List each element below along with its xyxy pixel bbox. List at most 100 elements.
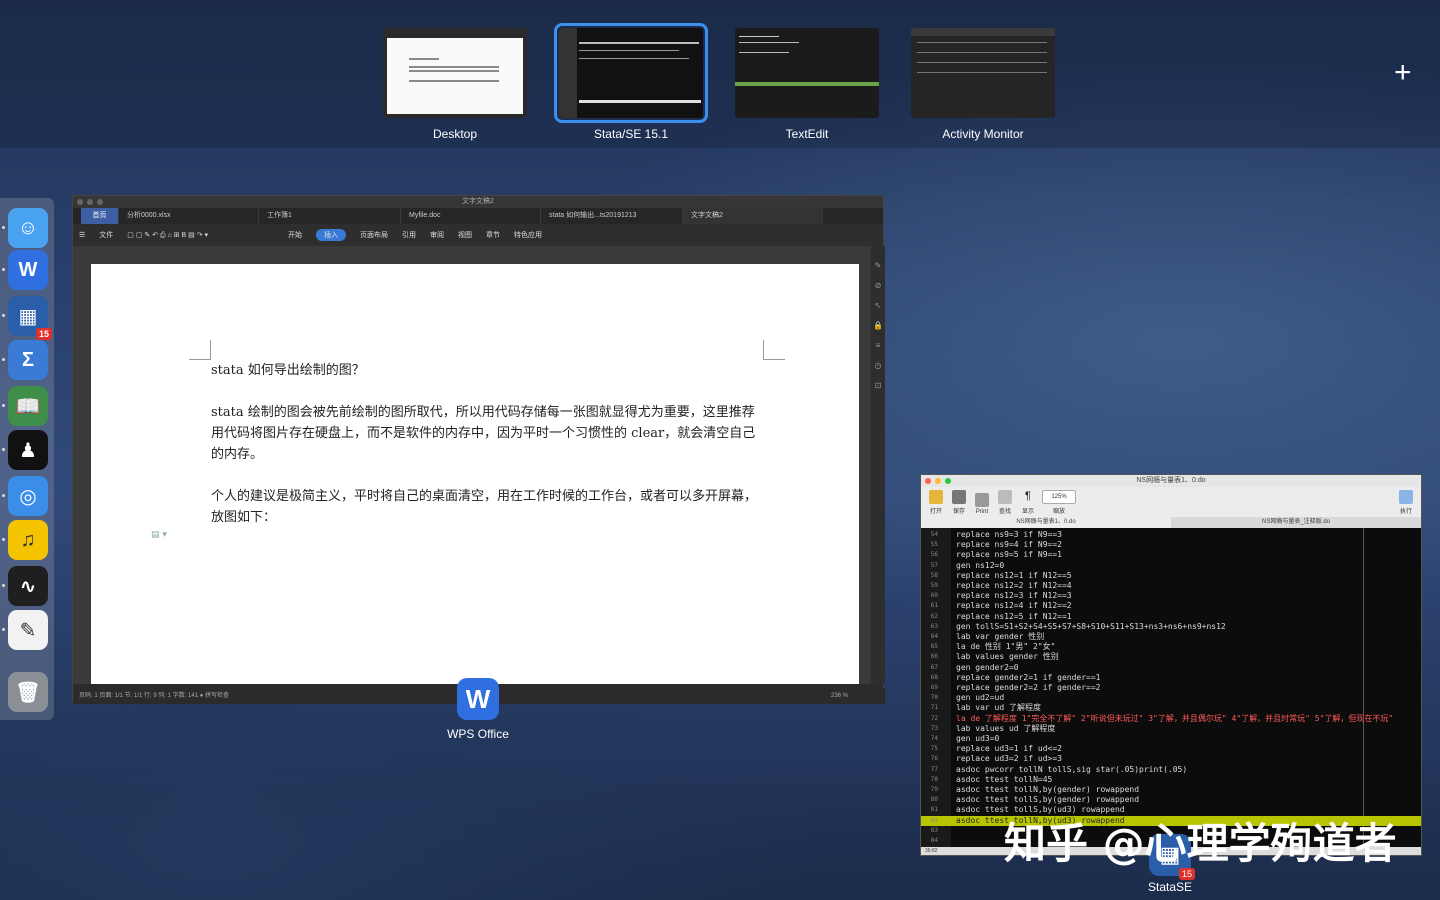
window-titlebar: 文字文稿2 xyxy=(73,196,883,208)
code-line: 77 asdoc pwcorr tollN tollS,sig star(.05)… xyxy=(930,764,1188,774)
running-indicator xyxy=(2,268,5,271)
code-line: 61 replace ns12=4 if N12==2 xyxy=(930,601,1072,611)
menu-view[interactable]: 视图 xyxy=(458,230,472,240)
sigma-icon[interactable]: Σ xyxy=(8,340,48,380)
running-indicator xyxy=(2,226,5,229)
execute-button[interactable]: 执行 xyxy=(1395,490,1417,515)
code-line: 79 asdoc ttest tollN,by(gender) rowappend xyxy=(930,785,1140,794)
menu-layout[interactable]: 页面布局 xyxy=(360,230,388,240)
hamburger-icon[interactable]: ☰ xyxy=(79,231,85,239)
running-indicator xyxy=(2,628,5,631)
space-thumbnail xyxy=(554,23,708,123)
wps-icon[interactable]: W xyxy=(8,250,48,290)
stata-caption: StataSE xyxy=(1147,880,1193,894)
tab-current-doc[interactable]: 文字文稿2 xyxy=(683,208,823,224)
tab-workbook[interactable]: 工作簿1 xyxy=(259,208,401,224)
page-margin-marker xyxy=(189,340,211,360)
close-button[interactable] xyxy=(925,478,931,484)
print-button[interactable]: Print xyxy=(971,493,993,515)
document-tabs: 首页 分析0000.xlsx 工作簿1 Myfile.doc stata 如何输… xyxy=(73,208,883,224)
paste-options-icon[interactable]: ▤ ▾ xyxy=(151,530,167,540)
tab-do-file[interactable]: NS网瘾与量表1、0.do xyxy=(921,517,1171,528)
code-line: 63 gen tollS=S1+S2+S4+S5+S7+S8+S10+S11+S1… xyxy=(930,621,1226,631)
find-button[interactable]: 查找 xyxy=(994,490,1016,515)
menu-file[interactable]: 文件 xyxy=(99,230,113,240)
tab-xlsx[interactable]: 分析0000.xlsx xyxy=(119,208,259,224)
tab-annotated-do-file[interactable]: NS网瘾与量表_注释版.do xyxy=(1171,517,1421,528)
document-paragraph: 个人的建议是极简主义，平时将自己的桌面清空，用在工作时候的工作台，或者可以多开屏… xyxy=(211,489,758,525)
menu-section[interactable]: 章节 xyxy=(486,230,500,240)
minimize-button[interactable] xyxy=(935,478,941,484)
space-stata[interactable]: Stata/SE 15.1 xyxy=(554,23,708,141)
running-indicator xyxy=(2,584,5,587)
running-indicator xyxy=(2,448,5,451)
textedit-icon[interactable]: ✎ xyxy=(8,610,48,650)
editor-tabs: NS网瘾与量表1、0.do NS网瘾与量表_注释版.do xyxy=(921,517,1421,528)
activity-monitor-icon[interactable]: ∿ xyxy=(8,566,48,606)
space-label: TextEdit xyxy=(785,127,829,141)
window-titlebar: NS网瘾与量表1、0.do xyxy=(921,475,1421,487)
stata-do-editor-window[interactable]: NS网瘾与量表1、0.do 打开 保存 Print 查找 ¶ 显示 125% 缩放 … xyxy=(920,474,1422,856)
code-editor[interactable]: 54 replace ns9=3 if N9==3 55 replace ns9=4 … xyxy=(921,528,1421,848)
space-label: Activity Monitor xyxy=(942,127,1024,141)
code-line: 80 asdoc ttest tollS,by(gender) rowappend xyxy=(930,795,1140,805)
space-desktop[interactable]: Desktop xyxy=(383,28,527,141)
code-line: 68 replace gender2=1 if gender==1 xyxy=(930,672,1101,682)
zoom-level[interactable]: 236 % xyxy=(831,688,848,704)
code-line: 70 gen ud2=ud xyxy=(930,693,1005,703)
dock-badge: 15 xyxy=(35,328,52,340)
menu-review[interactable]: 审阅 xyxy=(430,230,444,240)
document-page[interactable]: stata 如何导出绘制的图？ stata 绘制的图会被先前绘制的图所取代，所以… xyxy=(91,264,859,684)
wps-app-icon[interactable]: W xyxy=(457,678,499,720)
zoom-button[interactable] xyxy=(945,478,951,484)
running-indicator xyxy=(2,314,5,317)
trash-icon[interactable]: 🗑 xyxy=(8,672,48,712)
tab-stata-doc[interactable]: stata 如何输出...ts20191213 xyxy=(541,208,683,224)
menu-insert[interactable]: 插入 xyxy=(316,229,347,241)
code-line: 76 replace ud3=2 if ud>=3 xyxy=(930,754,1062,764)
zoom-button[interactable] xyxy=(97,199,103,205)
tab-home[interactable]: 首页 xyxy=(81,208,119,224)
running-indicator xyxy=(2,494,5,497)
wps-window[interactable]: 文字文稿2 首页 分析0000.xlsx 工作簿1 Myfile.doc sta… xyxy=(72,195,885,704)
zoom-control[interactable]: 125% 缩放 xyxy=(1040,490,1078,515)
space-label: Desktop xyxy=(432,127,478,141)
quick-toolbar[interactable]: ▢ ▢ ✎ ↶ ⎙ ⌂ ⊞ B ▤ ↷ ▾ xyxy=(127,231,208,240)
tab-myfile[interactable]: Myfile.doc xyxy=(401,208,541,224)
code-line: 58 replace ns12=1 if N12==5 xyxy=(930,570,1072,580)
running-indicator xyxy=(2,358,5,361)
close-button[interactable] xyxy=(77,199,83,205)
menu-start[interactable]: 开始 xyxy=(288,230,302,240)
space-label: Stata/SE 15.1 xyxy=(593,127,669,141)
space-activity-monitor[interactable]: Activity Monitor xyxy=(911,28,1055,141)
space-textedit[interactable]: TextEdit xyxy=(735,28,879,141)
open-button[interactable]: 打开 xyxy=(925,490,947,515)
menu-references[interactable]: 引用 xyxy=(402,230,416,240)
wps-caption: WPS Office xyxy=(447,727,509,741)
music-icon[interactable]: ♫ xyxy=(8,520,48,560)
code-line: 57 gen ns12=0 xyxy=(930,560,1005,570)
add-space-button[interactable]: + xyxy=(1394,58,1412,88)
safari-icon[interactable]: ◎ xyxy=(8,476,48,516)
code-line: 59 replace ns12=2 if N12==4 xyxy=(930,581,1072,590)
show-button[interactable]: ¶ 显示 xyxy=(1017,490,1039,515)
spaces-bar: Desktop Stata/SE 15.1 TextEdit Activity … xyxy=(0,0,1440,148)
code-line: 56 replace ns9=5 if N9==1 xyxy=(930,550,1062,560)
running-indicator xyxy=(2,538,5,541)
finder-icon[interactable]: ☺ xyxy=(8,208,48,248)
code-line: 54 replace ns9=3 if N9==3 xyxy=(930,530,1062,539)
book-icon[interactable]: 📖 xyxy=(8,386,48,426)
code-line: 74 gen ud3=0 xyxy=(930,734,1000,743)
kindle-icon[interactable]: ♟ xyxy=(8,430,48,470)
page-margin-marker xyxy=(763,340,785,360)
code-line: 72 la de 了解程度 1"完全不了解" 2"听说但未玩过" 3"了解，并且偶… xyxy=(930,713,1394,723)
code-line: 65 la de 性别 1"男" 2"女" xyxy=(930,642,1056,652)
save-button[interactable]: 保存 xyxy=(948,490,970,515)
stata-icon[interactable]: ▦ 15 xyxy=(8,296,52,340)
running-indicator xyxy=(2,404,5,407)
menu-features[interactable]: 特色应用 xyxy=(514,230,542,240)
code-line: 73 lab values ud 了解程度 xyxy=(930,723,1056,733)
right-toolbar[interactable]: ✎ ⊘ ↖ 🔒 ≡ ◷ ⊡ xyxy=(871,246,885,684)
minimize-button[interactable] xyxy=(87,199,93,205)
document-area: stata 如何导出绘制的图？ stata 绘制的图会被先前绘制的图所取代，所以… xyxy=(73,246,871,684)
